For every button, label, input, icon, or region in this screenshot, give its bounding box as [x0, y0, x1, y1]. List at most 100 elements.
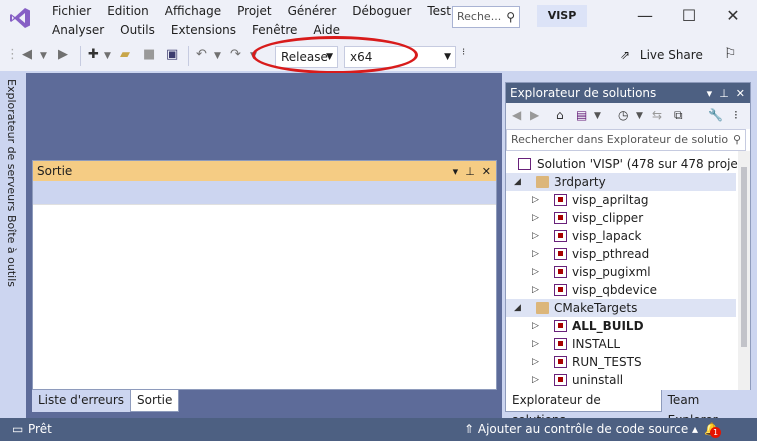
chevron-down-icon[interactable]: ▼	[636, 111, 643, 121]
save-icon[interactable]: ■	[143, 47, 155, 62]
collapsed-arrow-icon[interactable]: ▷	[532, 335, 539, 353]
home-icon[interactable]: ⌂	[556, 108, 564, 122]
chevron-up-icon: ▴	[692, 422, 699, 436]
pin-icon[interactable]: ⊥	[465, 165, 475, 178]
collapsed-arrow-icon[interactable]: ▷	[532, 353, 539, 371]
close-button[interactable]: ✕	[721, 6, 745, 28]
menu-fichier[interactable]: Fichier	[44, 2, 99, 20]
tree-scrollbar[interactable]	[738, 151, 750, 391]
expanded-arrow-icon[interactable]: ◢	[514, 173, 521, 191]
tree-project[interactable]: ▷ RUN_TESTS	[506, 353, 736, 371]
dropdown-icon[interactable]: ▾	[707, 87, 713, 100]
tree-item-label: visp_qbdevice	[572, 283, 657, 297]
scrollbar-thumb[interactable]	[741, 167, 747, 347]
collapsed-arrow-icon[interactable]: ▷	[532, 371, 539, 389]
tab-solution-explorer[interactable]: Explorateur de solutions	[505, 390, 662, 427]
tree-project[interactable]: ▷ INSTALL	[506, 335, 736, 353]
menu-deboguer[interactable]: Déboguer	[344, 2, 419, 20]
live-share-button[interactable]: ⇗ Live Share	[620, 48, 703, 62]
collapsed-arrow-icon[interactable]: ▷	[532, 191, 539, 209]
minimize-button[interactable]: —	[633, 6, 657, 28]
expanded-arrow-icon[interactable]: ◢	[514, 299, 521, 317]
menu-edition[interactable]: Edition	[99, 2, 157, 20]
project-icon	[554, 338, 567, 350]
project-icon	[554, 248, 567, 260]
toolbar-overflow-icon[interactable]: ⁝	[462, 47, 465, 58]
collapsed-arrow-icon[interactable]: ▷	[532, 317, 539, 335]
search-icon: ⚲	[732, 133, 741, 146]
source-control-button[interactable]: ⇑ Ajouter au contrôle de code source ▴	[464, 418, 698, 441]
collapse-all-icon[interactable]: ⧉	[674, 108, 683, 123]
back-icon[interactable]: ◀	[512, 108, 521, 122]
overflow-icon[interactable]: ⁝	[734, 108, 738, 122]
sync-icon[interactable]: ⇆	[652, 108, 662, 122]
forward-icon[interactable]: ▶	[530, 108, 539, 122]
title-search-input[interactable]: Reche... ⚲	[452, 6, 520, 28]
redo-icon[interactable]: ↷	[230, 47, 241, 62]
menu-affichage[interactable]: Affichage	[157, 2, 229, 20]
tree-item-label: visp_lapack	[572, 229, 642, 243]
tree-project[interactable]: ▷ visp_clipper	[506, 209, 736, 227]
tree-project[interactable]: ▷ ALL_BUILD	[506, 317, 736, 335]
pin-icon[interactable]: ⊥	[719, 87, 729, 100]
collapsed-arrow-icon[interactable]: ▷	[532, 245, 539, 263]
tree-project[interactable]: ▷ visp_qbdevice	[506, 281, 736, 299]
properties-wrench-icon[interactable]: 🔧	[708, 108, 723, 122]
maximize-button[interactable]: ☐	[677, 6, 701, 28]
menu-bar-row-2: Analyser Outils Extensions Fenêtre Aide	[44, 21, 348, 39]
menu-fenetre[interactable]: Fenêtre	[244, 21, 305, 39]
output-panel-title: Sortie	[37, 164, 73, 178]
project-icon	[554, 374, 567, 386]
solution-explorer-toolbar: ◀ ▶ ⌂ ▤ ▼ ◷ ▼ ⇆ ⧉ 🔧 ⁝	[506, 103, 750, 129]
tab-output[interactable]: Sortie	[130, 390, 180, 412]
tree-item-label: visp_pthread	[572, 247, 650, 261]
tree-project[interactable]: ▷ visp_apriltag	[506, 191, 736, 209]
tree-solution-root[interactable]: Solution 'VISP' (478 sur 478 projets)	[506, 155, 750, 173]
solution-tree: Solution 'VISP' (478 sur 478 projets) ◢ 3…	[506, 151, 750, 391]
close-icon[interactable]: ✕	[482, 165, 491, 178]
menu-analyser[interactable]: Analyser	[44, 21, 112, 39]
redo-dropdown-icon[interactable]: ▼	[250, 51, 257, 61]
menu-bar-row-1: Fichier Edition Affichage Projet Générer…	[44, 2, 459, 20]
tree-folder[interactable]: ◢ CMakeTargets	[506, 299, 736, 317]
switch-views-icon[interactable]: ▤	[576, 108, 587, 122]
forward-icon[interactable]: ▶	[58, 47, 68, 62]
menu-projet[interactable]: Projet	[229, 2, 279, 20]
tree-project[interactable]: ▷ visp_pthread	[506, 245, 736, 263]
menu-generer[interactable]: Générer	[280, 2, 345, 20]
menu-extensions[interactable]: Extensions	[163, 21, 244, 39]
save-all-icon[interactable]: ▣	[166, 47, 178, 62]
close-icon[interactable]: ✕	[736, 87, 745, 100]
tab-team-explorer[interactable]: Team Explorer	[661, 390, 757, 427]
dropdown-icon[interactable]: ▾	[453, 165, 459, 178]
tree-project[interactable]: ▷ visp_pugixml	[506, 263, 736, 281]
tree-folder[interactable]: ◢ 3rdparty	[506, 173, 736, 191]
platform-dropdown[interactable]: x64 ▼	[344, 46, 456, 68]
menu-outils[interactable]: Outils	[112, 21, 163, 39]
feedback-icon[interactable]: ⚐	[724, 46, 737, 62]
chevron-down-icon[interactable]: ▼	[594, 111, 601, 121]
collapsed-arrow-icon[interactable]: ▷	[532, 281, 539, 299]
tab-server-explorer[interactable]: Explorateur de serveurs	[5, 79, 18, 211]
tree-project[interactable]: ▷ visp_lapack	[506, 227, 736, 245]
tab-toolbox[interactable]: Boîte à outils	[5, 215, 18, 287]
tab-error-list[interactable]: Liste d'erreurs	[32, 390, 131, 412]
undo-icon[interactable]: ↶	[196, 47, 207, 62]
back-dropdown-icon[interactable]: ▼	[40, 51, 47, 61]
collapsed-arrow-icon[interactable]: ▷	[532, 263, 539, 281]
tree-item-label: visp_apriltag	[572, 193, 649, 207]
new-project-icon[interactable]: ✚	[88, 47, 99, 62]
solution-search-input[interactable]: Rechercher dans Explorateur de solutio ⚲	[506, 129, 746, 151]
open-folder-icon[interactable]: ▰	[120, 47, 130, 62]
configuration-dropdown[interactable]: Release ▼	[275, 46, 338, 68]
undo-dropdown-icon[interactable]: ▼	[214, 51, 221, 61]
tree-project[interactable]: ▷ uninstall	[506, 371, 736, 389]
new-dropdown-icon[interactable]: ▼	[104, 51, 111, 61]
menu-aide[interactable]: Aide	[305, 21, 348, 39]
left-side-tabs: Explorateur de serveurs Boîte à outils	[0, 73, 26, 418]
output-panel: Sortie ▾ ⊥ ✕	[32, 160, 497, 390]
back-icon[interactable]: ◀	[22, 47, 32, 62]
history-icon[interactable]: ◷	[618, 108, 628, 122]
collapsed-arrow-icon[interactable]: ▷	[532, 209, 539, 227]
collapsed-arrow-icon[interactable]: ▷	[532, 227, 539, 245]
